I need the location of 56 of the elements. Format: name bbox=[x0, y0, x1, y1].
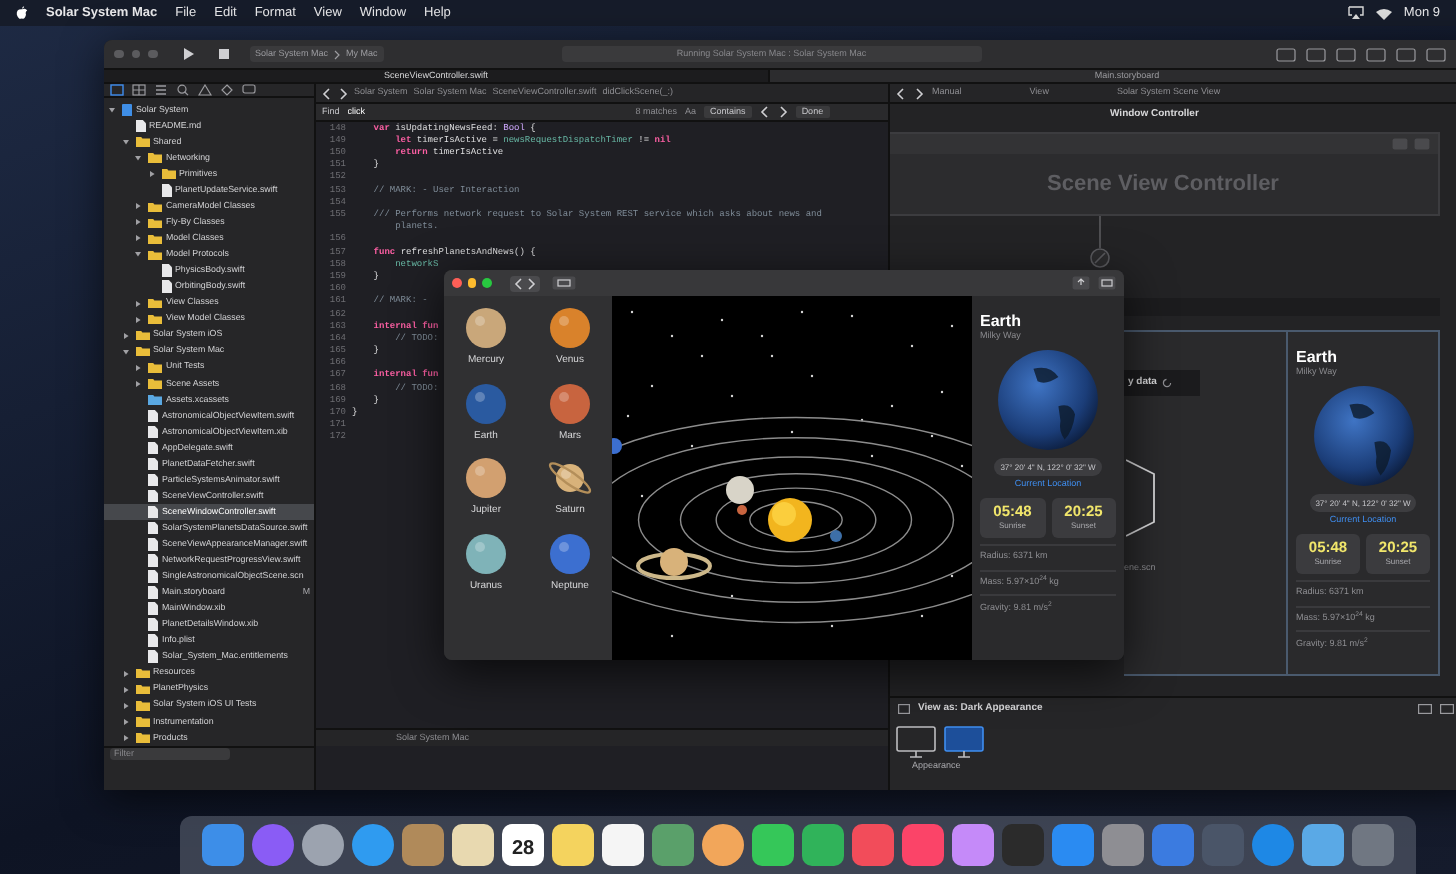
forward-icon[interactable] bbox=[338, 87, 348, 99]
stop-icon[interactable] bbox=[213, 46, 233, 62]
close-icon[interactable] bbox=[452, 278, 461, 288]
planet-title: Earth bbox=[980, 312, 1023, 330]
disclosure-triangle-icon[interactable] bbox=[134, 218, 142, 227]
apple-logo-icon[interactable] bbox=[16, 6, 28, 20]
sidebar-toggle-icon[interactable] bbox=[551, 276, 575, 290]
light-monitor-icon[interactable] bbox=[896, 726, 936, 758]
app-icon[interactable] bbox=[952, 824, 994, 866]
earth-globe-drawing bbox=[1311, 384, 1415, 488]
disclosure-triangle-icon[interactable] bbox=[134, 315, 142, 324]
document-icon bbox=[161, 184, 171, 197]
disclosure-triangle-icon[interactable] bbox=[121, 733, 129, 742]
disclosure-triangle-icon[interactable] bbox=[121, 701, 129, 710]
folder-icon[interactable] bbox=[110, 84, 124, 96]
wifi-icon[interactable] bbox=[1375, 7, 1392, 19]
chat-icon[interactable] bbox=[242, 84, 256, 96]
disclosure-triangle-icon[interactable] bbox=[134, 202, 142, 211]
hierarchy-icon[interactable] bbox=[154, 84, 168, 96]
dark-monitor-icon[interactable] bbox=[944, 726, 984, 758]
app-icon[interactable] bbox=[802, 824, 844, 866]
previous-match-icon[interactable] bbox=[759, 106, 770, 118]
disclosure-triangle-icon[interactable] bbox=[134, 299, 142, 308]
forward-icon[interactable] bbox=[914, 87, 924, 99]
app-icon[interactable] bbox=[702, 824, 744, 866]
back-icon[interactable] bbox=[896, 87, 906, 99]
disclosure-triangle-icon[interactable] bbox=[121, 331, 129, 340]
search-icon[interactable] bbox=[176, 84, 190, 96]
disclosure-triangle-icon[interactable] bbox=[134, 363, 142, 372]
app-icon[interactable] bbox=[302, 824, 344, 866]
sidebar-toggle-icon[interactable] bbox=[898, 704, 910, 714]
back-icon[interactable] bbox=[322, 87, 332, 99]
disclosure-triangle-icon[interactable] bbox=[121, 685, 129, 694]
disclosure-triangle-icon[interactable] bbox=[121, 669, 129, 678]
grid-icon[interactable] bbox=[132, 84, 146, 96]
spinner-icon bbox=[1162, 378, 1173, 388]
minimize-icon[interactable] bbox=[467, 278, 476, 288]
airplay-icon[interactable] bbox=[1347, 6, 1364, 20]
warning-icon[interactable] bbox=[198, 84, 212, 96]
disclosure-triangle-icon[interactable] bbox=[147, 170, 155, 179]
next-match-icon[interactable] bbox=[777, 106, 788, 118]
app-icon[interactable] bbox=[452, 824, 494, 866]
disclosure-triangle-icon[interactable] bbox=[121, 717, 129, 726]
calendar-icon[interactable]: 28 bbox=[502, 824, 544, 866]
app-icon[interactable] bbox=[602, 824, 644, 866]
planet-title: Earth bbox=[1296, 348, 1339, 366]
back-icon[interactable] bbox=[513, 277, 523, 289]
app-icon[interactable] bbox=[552, 824, 594, 866]
disclosure-triangle-icon[interactable] bbox=[134, 379, 142, 388]
chevron-icon bbox=[334, 49, 341, 59]
earth-globe-drawing bbox=[996, 348, 1100, 452]
disclosure-triangle-icon[interactable] bbox=[134, 234, 142, 243]
app-icon[interactable] bbox=[752, 824, 794, 866]
forward-icon[interactable] bbox=[525, 277, 535, 289]
app-icon[interactable] bbox=[1302, 824, 1344, 866]
diamond-icon[interactable] bbox=[220, 84, 234, 96]
